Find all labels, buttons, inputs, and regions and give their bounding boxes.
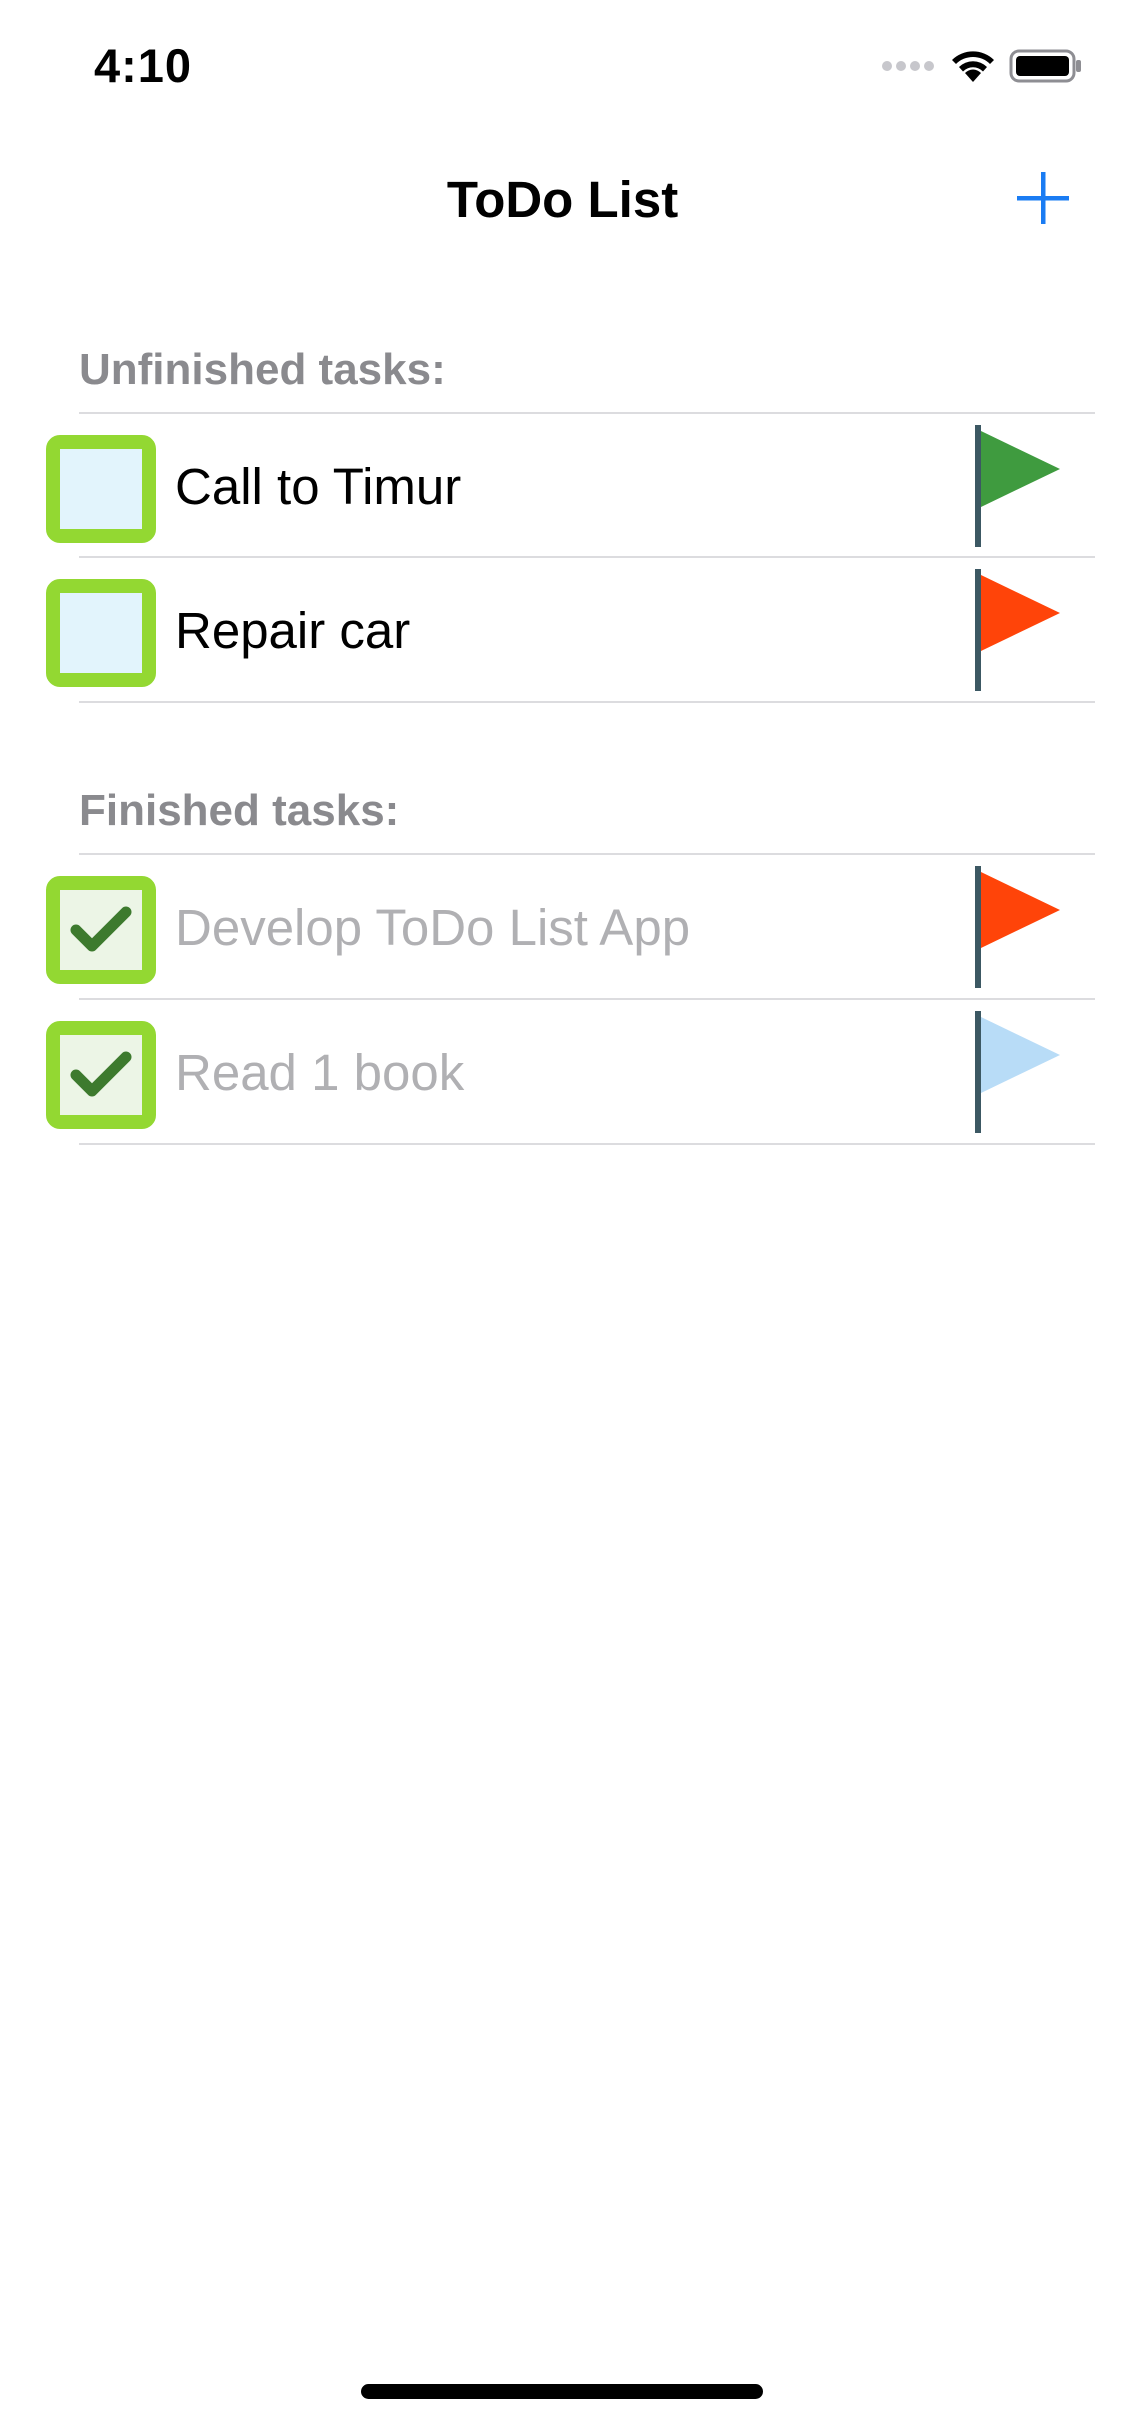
separator [79,1143,1095,1145]
navigation-bar: ToDo List [0,150,1125,250]
battery-icon [1009,48,1083,89]
task-label: Read 1 book [175,1044,465,1101]
light-blue-flag-icon[interactable] [972,1011,1068,1133]
task-label: Repair car [175,602,411,659]
task-label: Develop ToDo List App [175,899,691,956]
checkmark-icon [70,1051,132,1097]
cellular-signal-icon [881,59,937,78]
add-task-button[interactable] [1013,168,1073,228]
home-indicator[interactable] [361,2384,763,2399]
page-title: ToDo List [446,171,679,228]
task-row[interactable]: Develop ToDo List App [0,854,1125,998]
task-row[interactable]: Repair car [0,557,1125,701]
green-flag-icon[interactable] [972,425,1068,547]
status-time: 4:10 [94,39,193,92]
task-row[interactable]: Call to Timur [0,413,1125,557]
task-row[interactable]: Read 1 book [0,999,1125,1143]
todo-screen: 4:10 ToDo List Unfinished tasks: Call to… [0,0,1125,2436]
status-icons [881,48,1083,89]
task-checkbox-checked[interactable] [46,876,156,984]
separator [79,701,1095,703]
finished-section-header: Finished tasks: [79,786,400,835]
plus-icon [1017,172,1069,224]
task-checkbox-checked[interactable] [46,1021,156,1129]
unfinished-section-header: Unfinished tasks: [79,345,446,394]
wifi-icon [949,48,997,89]
red-flag-icon[interactable] [972,866,1068,988]
status-bar: 4:10 [0,0,1125,132]
task-label: Call to Timur [175,458,462,515]
task-checkbox[interactable] [46,435,156,543]
red-flag-icon[interactable] [972,569,1068,691]
task-checkbox[interactable] [46,579,156,687]
checkmark-icon [70,906,132,952]
